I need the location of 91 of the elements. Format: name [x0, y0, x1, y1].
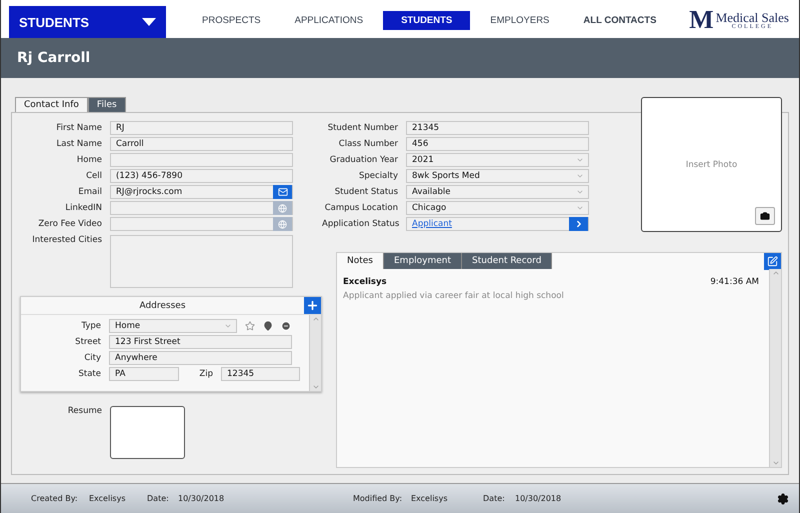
input-field[interactable] — [110, 201, 293, 215]
panel-title: Addresses — [138, 300, 187, 310]
field-label: City — [83, 353, 101, 363]
settings-icon[interactable] — [777, 492, 789, 504]
footer-value: 10/30/2018 — [178, 494, 226, 503]
field-label: Cell — [85, 171, 102, 181]
mail-icon — [278, 187, 288, 197]
input-field[interactable]: 12345 — [221, 367, 300, 381]
edit-button[interactable] — [764, 253, 781, 270]
footer-label: Date: — [147, 494, 170, 503]
input-field[interactable]: PA — [109, 367, 179, 381]
camera-button[interactable] — [755, 207, 775, 225]
camera-icon — [760, 211, 770, 221]
field-label: Resume — [66, 406, 102, 418]
footer-value: Excelisys — [411, 494, 448, 503]
tab[interactable]: Student Record — [462, 253, 552, 269]
field-label: Campus Location — [324, 203, 398, 213]
select-field[interactable]: 8wk Sports Med — [406, 169, 589, 183]
field-label: Last Name — [56, 139, 102, 149]
scrollbar[interactable] — [309, 315, 321, 391]
field-label: Application Status — [322, 219, 398, 229]
input-field[interactable]: 456 — [406, 137, 589, 151]
select-field[interactable]: 2021 — [406, 153, 589, 167]
resume-container[interactable] — [110, 406, 185, 459]
field-label: Street — [74, 337, 101, 347]
go-button[interactable] — [569, 217, 588, 231]
nav-link[interactable]: ALL CONTACTS — [569, 11, 670, 30]
web-button[interactable] — [273, 217, 292, 231]
field-label: State — [78, 369, 101, 379]
input-field[interactable] — [110, 153, 293, 167]
field-label: Student Status — [334, 187, 398, 197]
field-label: First Name — [55, 123, 102, 133]
nav-link[interactable]: STUDENTS — [383, 11, 470, 30]
dropdown-triangle-icon — [142, 18, 156, 26]
note-time: 9:41:36 AM — [710, 277, 759, 287]
input-field[interactable]: 21345 — [406, 121, 589, 135]
nav-link[interactable]: EMPLOYERS — [476, 11, 564, 30]
input-field[interactable]: (123) 456-7890 — [110, 169, 293, 183]
select-field[interactable]: Chicago — [406, 201, 589, 215]
interested-cities-field[interactable] — [110, 235, 293, 288]
edit-icon — [767, 256, 778, 267]
field-label: Student Number — [326, 123, 398, 133]
record-title: Rj Carroll — [17, 50, 90, 66]
footer-label: Created By: — [31, 494, 79, 503]
add-button[interactable] — [304, 297, 321, 314]
input-field[interactable]: 123 First Street — [109, 335, 292, 349]
scroll-down-icon[interactable] — [772, 459, 780, 467]
field-label: Zip — [198, 369, 213, 379]
scroll-up-icon[interactable] — [312, 315, 320, 323]
nav-link[interactable]: APPLICATIONS — [280, 11, 378, 30]
nav-link[interactable]: PROSPECTS — [188, 11, 275, 30]
note-author: Excelisys — [343, 277, 387, 287]
scroll-up-icon[interactable] — [772, 269, 780, 277]
footer-value: Excelisys — [89, 494, 126, 503]
map-pin-icon[interactable] — [263, 321, 273, 331]
tab[interactable]: Employment — [384, 253, 462, 269]
select-field[interactable]: Available — [406, 185, 589, 199]
tab[interactable]: Files — [88, 97, 126, 112]
input-field[interactable] — [110, 217, 293, 231]
field-label: Type — [80, 321, 101, 331]
field-label: Graduation Year — [328, 155, 398, 165]
field-label: Email — [77, 187, 102, 197]
field-label: Home — [76, 155, 102, 165]
footer-label: Date: — [483, 494, 506, 503]
status-link[interactable]: Applicant — [412, 219, 452, 229]
scroll-down-icon[interactable] — [312, 383, 320, 391]
remove-icon[interactable] — [281, 321, 291, 331]
field-label: Class Number — [338, 139, 398, 149]
plus-icon — [306, 299, 319, 312]
field-label: LinkedIN — [64, 203, 102, 213]
email-button[interactable] — [273, 185, 292, 199]
input-field[interactable]: Anywhere — [109, 351, 292, 365]
input-field[interactable]: RJ@rjrocks.com — [110, 185, 293, 199]
tab[interactable]: Contact Info — [15, 97, 88, 112]
field-label: Specialty — [358, 171, 398, 181]
field-label: Interested Cities — [31, 235, 102, 247]
chevron-down-icon — [224, 322, 232, 330]
footer-label: Modified By: — [353, 494, 404, 503]
photo-placeholder: Insert Photo — [686, 160, 738, 170]
globe-icon — [278, 204, 287, 212]
note-text: Applicant applied via career fair at local high school — [343, 291, 565, 301]
input-field[interactable]: Carroll — [110, 137, 293, 151]
input-field[interactable]: RJ — [110, 121, 293, 135]
photo-field[interactable]: Insert Photo — [641, 97, 782, 232]
footer-value: 10/30/2018 — [515, 494, 562, 503]
scrollbar[interactable] — [769, 269, 781, 467]
module-selector[interactable]: STUDENTS — [9, 6, 166, 38]
select-field[interactable]: Home — [109, 319, 237, 333]
globe-icon — [278, 220, 287, 228]
field-label: Zero Fee Video — [37, 219, 102, 229]
star-icon[interactable] — [245, 321, 255, 331]
